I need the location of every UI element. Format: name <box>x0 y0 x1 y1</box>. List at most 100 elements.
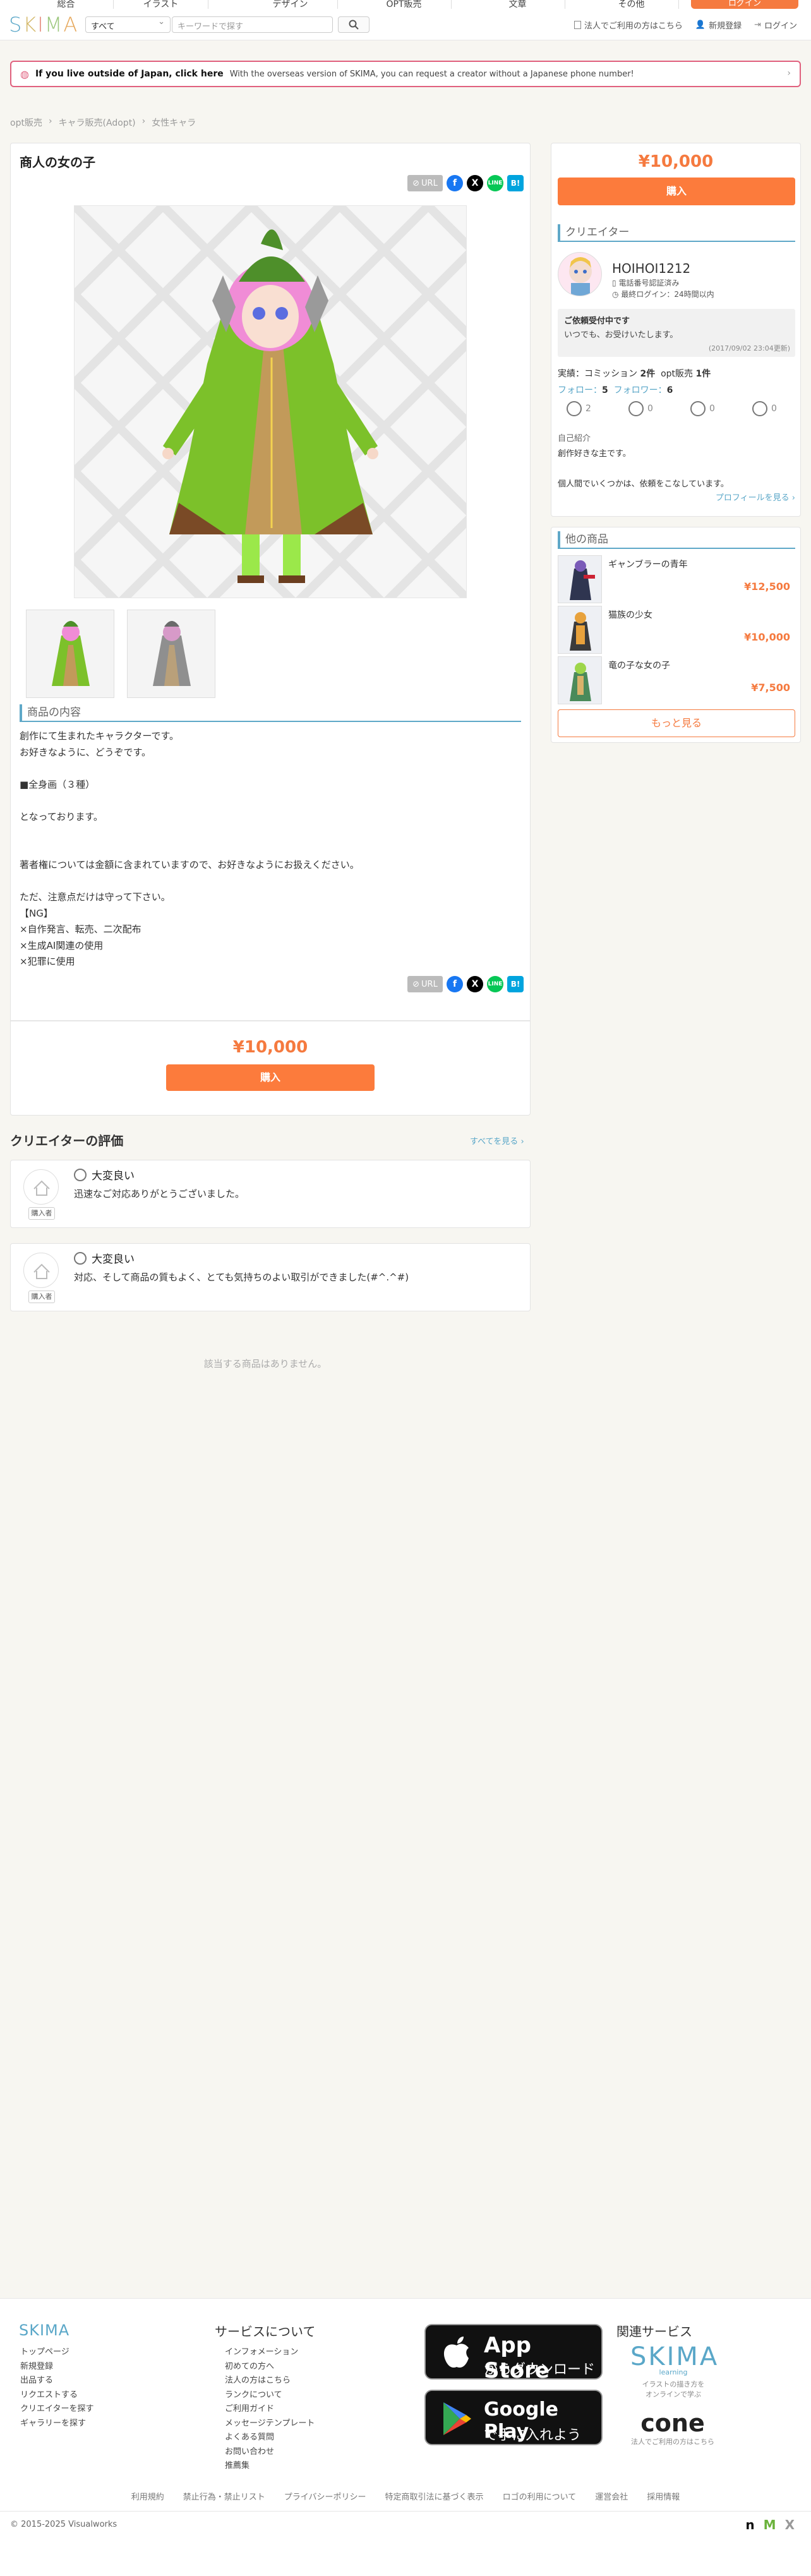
character-illustration <box>75 206 466 598</box>
footer-service-heading: サービスについて <box>215 2324 316 2339</box>
footer-link[interactable]: ギャラリーを探す <box>20 2417 93 2431</box>
thumbnail-image <box>27 610 114 697</box>
app-store-badge[interactable]: App Store からダウンロード <box>424 2324 603 2383</box>
facebook-share-button[interactable]: f <box>447 175 463 191</box>
tab-design[interactable]: デザイン <box>243 0 338 9</box>
search-icon <box>349 20 359 30</box>
category-select[interactable]: すべて <box>85 16 171 33</box>
top-login-button[interactable]: ログイン <box>691 0 798 9</box>
note-icon[interactable]: n <box>745 2517 754 2532</box>
facebook-icon: f <box>452 178 457 188</box>
opt-count[interactable]: 1件 <box>696 369 711 379</box>
footer-link[interactable]: メッセージテンプレート <box>225 2417 315 2431</box>
product-thumbnail-1[interactable] <box>26 610 114 698</box>
other-product-item[interactable]: 竜の子な女の子 ¥7,500 <box>558 656 795 704</box>
google-play-badge[interactable]: Google Play で手に入れよう <box>424 2390 603 2445</box>
footer-bottom-link[interactable]: 運営会社 <box>595 2490 628 2502</box>
footer-bottom-link[interactable]: プライバシーポリシー <box>284 2490 366 2502</box>
review-rating: 大変良い <box>74 1250 135 1266</box>
tab-opt[interactable]: OPT販売 <box>357 0 452 9</box>
login-link[interactable]: ⇥ ログイン <box>754 19 797 31</box>
footer-link[interactable]: ランクについて <box>225 2388 315 2403</box>
overseas-banner-message: With the overseas version of SKIMA, you … <box>229 69 634 79</box>
follower-count[interactable]: 6 <box>667 385 673 395</box>
footer-logo[interactable]: SKIMA <box>19 2321 69 2339</box>
breadcrumb-separator: › <box>48 116 52 126</box>
footer-column-2: インフォメーション 初めての方へ 法人の方はこちら ランクについて ご利用ガイド… <box>225 2345 315 2474</box>
breadcrumb-adopt[interactable]: キャラ販売(Adopt) <box>59 116 136 129</box>
product-thumbnail-2[interactable] <box>127 610 215 698</box>
footer-link[interactable]: お問い合わせ <box>225 2445 315 2460</box>
commission-count[interactable]: 2件 <box>640 369 655 379</box>
footer-link[interactable]: 新規登録 <box>20 2360 93 2374</box>
tab-other[interactable]: その他 <box>584 0 679 9</box>
skima-learning-link[interactable]: SKIMA learning イラストの描き方を オンラインで学ぶ <box>630 2343 717 2399</box>
footer-link[interactable]: トップページ <box>20 2345 93 2360</box>
profile-link[interactable]: プロフィールを見る › <box>716 491 795 503</box>
footer-bottom-link[interactable]: 禁止行為・禁止リスト <box>183 2490 265 2502</box>
reviews-see-all-link[interactable]: すべてを見る › <box>470 1135 524 1147</box>
footer-bottom-link[interactable]: 採用情報 <box>647 2490 680 2502</box>
footer-link[interactable]: ご利用ガイド <box>225 2402 315 2417</box>
footer-link[interactable]: インフォメーション <box>225 2345 315 2360</box>
footer-link[interactable]: リクエストする <box>20 2388 93 2403</box>
copy-url-button[interactable]: ⊘ URL <box>407 976 443 992</box>
footer-link[interactable]: クリエイターを探す <box>20 2402 93 2417</box>
x-icon: X <box>471 178 479 188</box>
other-product-item[interactable]: ギャンブラーの青年 ¥12,500 <box>558 555 795 603</box>
google-play-icon <box>443 2402 471 2435</box>
other-products-card: 他の商品 ギャンブラーの青年 ¥12,500 猫族の少女 ¥10,000 竜の子… <box>551 527 801 743</box>
sidebar-buy-button[interactable]: 購入 <box>558 178 795 205</box>
other-product-item[interactable]: 猫族の少女 ¥10,000 <box>558 606 795 654</box>
line-share-button[interactable]: LINE <box>487 175 503 191</box>
breadcrumb-opt[interactable]: opt販売 <box>10 116 42 129</box>
review-body: 対応、そして商品の質もよく、とても気持ちのよい取引ができました(#^.^#) <box>74 1272 409 1283</box>
x-icon[interactable]: X <box>785 2517 795 2532</box>
thumbnail-image <box>128 610 215 697</box>
footer-bottom-link[interactable]: 利用規約 <box>131 2490 164 2502</box>
search-button[interactable] <box>338 16 369 33</box>
search-input[interactable]: キーワードで探す <box>172 16 333 33</box>
x-share-button[interactable]: X <box>467 976 483 992</box>
x-share-button[interactable]: X <box>467 175 483 191</box>
creator-heading: クリエイター <box>558 224 795 242</box>
medium-icon[interactable]: M <box>764 2517 776 2532</box>
skima-logo[interactable]: SKIMA <box>9 13 78 37</box>
footer-link[interactable]: 法人の方はこちら <box>225 2374 315 2388</box>
line-share-button[interactable]: LINE <box>487 976 503 992</box>
signup-link[interactable]: 👤 新規登録 <box>695 19 742 31</box>
reviewer-avatar <box>23 1253 59 1288</box>
hatena-share-button[interactable]: B! <box>507 976 524 992</box>
product-main-image[interactable] <box>74 205 467 598</box>
phone-icon: ▯ <box>612 279 616 287</box>
footer-link[interactable]: よくある質問 <box>225 2431 315 2445</box>
tab-general[interactable]: 総合 <box>19 0 114 9</box>
happy-face-icon <box>74 1251 87 1265</box>
product-card: 商人の女の子 ⊘ URL f X LINE B! 商品の内容 創作にて生まれたキ… <box>10 143 531 1116</box>
neutral-face-icon <box>690 401 706 416</box>
footer-link[interactable]: 出品する <box>20 2374 93 2388</box>
see-more-button[interactable]: もっと見る <box>558 709 795 737</box>
bottom-buy-button[interactable]: 購入 <box>166 1064 375 1091</box>
copy-url-button[interactable]: ⊘ URL <box>407 175 443 191</box>
follow-count[interactable]: 5 <box>602 385 608 395</box>
footer-bottom-link[interactable]: 特定商取引法に基づく表示 <box>385 2490 484 2502</box>
link-icon: ⊘ <box>412 178 420 188</box>
breadcrumb-female[interactable]: 女性キャラ <box>152 116 196 129</box>
footer-bottom-link[interactable]: ロゴの利用について <box>503 2490 577 2502</box>
tab-illust[interactable]: イラスト <box>114 0 208 9</box>
tab-text[interactable]: 文章 <box>471 0 565 9</box>
overseas-banner[interactable]: ◍ If you live outside of Japan, click he… <box>10 61 801 87</box>
corporate-link[interactable]: 法人でご利用の方はこちら <box>574 19 683 31</box>
intro-text-1: 創作好きな主です。 <box>558 449 631 459</box>
cone-link[interactable]: cone 法人でご利用の方はこちら <box>625 2410 720 2447</box>
product-content-heading: 商品の内容 <box>20 704 521 722</box>
house-icon <box>33 1263 50 1279</box>
facebook-share-button[interactable]: f <box>447 976 463 992</box>
footer-link[interactable]: 初めての方へ <box>225 2360 315 2374</box>
hatena-share-button[interactable]: B! <box>507 175 524 191</box>
creator-avatar[interactable] <box>558 252 602 296</box>
building-icon <box>574 21 581 29</box>
creator-name[interactable]: HOIHOI1212 <box>612 261 690 276</box>
footer-link[interactable]: 推薦集 <box>225 2459 315 2474</box>
